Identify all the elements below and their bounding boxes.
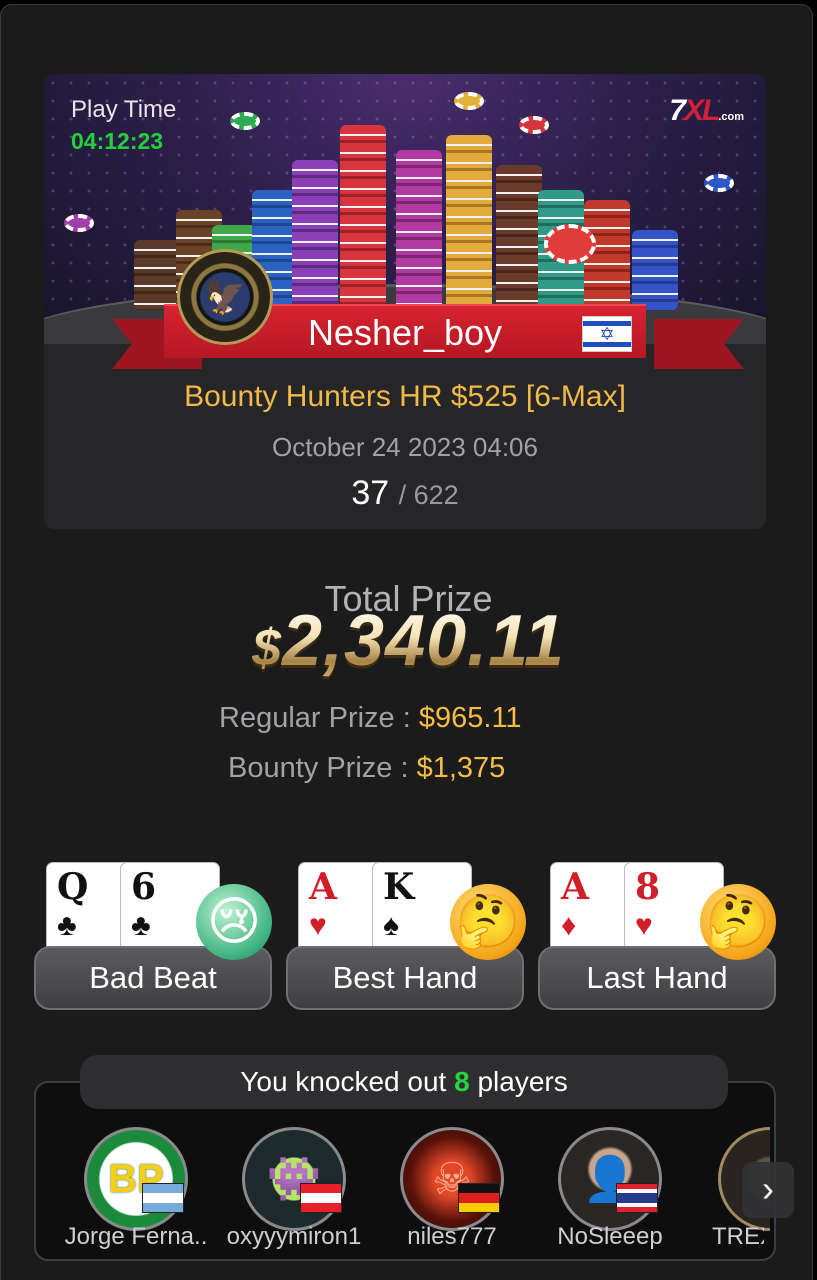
total-prize-amount: $2,340.11: [0, 600, 817, 682]
player-name: Jorge Ferna..: [64, 1223, 208, 1250]
israel-flag-icon: ✡: [582, 316, 632, 352]
knocked-out-player[interactable]: ☠ niles777: [378, 1127, 518, 1257]
tournament-date: October 24 2023 04:06: [272, 432, 538, 462]
chip-stack: [446, 135, 492, 310]
pondering-face-icon: 🤔: [700, 884, 776, 960]
chip-stack: [496, 165, 542, 310]
player-avatar[interactable]: 🦅: [177, 249, 273, 345]
knocked-out-player[interactable]: 👾 oxyyymiron1: [220, 1127, 361, 1257]
regular-prize-row: Regular Prize : $965.11: [219, 702, 522, 734]
finish-position: 37 / 622: [351, 474, 459, 512]
argentina-flag-icon: [142, 1183, 184, 1213]
player-avatar: 👤: [558, 1127, 662, 1231]
player-avatar: ☠: [400, 1127, 504, 1231]
thinking-face-icon: 🤔: [450, 884, 526, 960]
play-time-value: 04:12:23: [71, 128, 164, 154]
player-avatar: BP: [84, 1127, 188, 1231]
chip-stack: [340, 125, 386, 310]
player-avatar: 👾: [242, 1127, 346, 1231]
knocked-out-player[interactable]: 👤 NoSleeep: [536, 1127, 676, 1257]
knockout-summary: You knocked out 8 players: [80, 1055, 728, 1109]
knocked-out-player[interactable]: BP Jorge Ferna..: [62, 1127, 207, 1257]
germany-flag-icon: [458, 1183, 500, 1213]
brand-logo: 7XL.com: [669, 94, 744, 127]
flying-chip: [230, 112, 260, 130]
chip-stack: [396, 150, 442, 310]
chip-stack: [292, 160, 338, 310]
flying-chip: [519, 116, 549, 134]
bounty-prize-row: Bounty Prize : $1,375: [228, 752, 506, 784]
chevron-right-icon[interactable]: ›: [742, 1162, 794, 1218]
chip-stack: [632, 230, 678, 310]
bad-beat-hand[interactable]: Q ♣ 6 ♣ Bad Beat 😢: [34, 860, 272, 1010]
chip-stack: [134, 240, 180, 310]
play-time-label: Play Time: [71, 96, 177, 123]
tournament-name: Bounty Hunters HR $525 [6-Max]: [184, 380, 626, 413]
player-name: TREX: [712, 1223, 764, 1250]
player-name: niles777: [407, 1223, 497, 1250]
flying-chip: [704, 174, 734, 192]
flying-chip: [454, 92, 484, 110]
crying-face-icon: 😢: [196, 884, 272, 960]
best-hand-hand[interactable]: A ♥ K ♠ Best Hand 🤔: [286, 860, 526, 1010]
player-name: oxyyymiron1: [226, 1223, 362, 1250]
flying-chip: [544, 224, 596, 264]
player-name: NoSleeep: [557, 1223, 663, 1250]
austria-flag-icon: [300, 1183, 342, 1213]
last-hand-hand[interactable]: A ♦ 8 ♥ Last Hand 🤔: [538, 860, 776, 1010]
tournament-summary-card: Play Time 04:12:23 7XL.com Nesher_boy ✡ …: [44, 74, 766, 529]
ribbon-tail-right: [654, 319, 744, 369]
flying-chip: [64, 214, 94, 232]
thailand-flag-icon: [616, 1183, 658, 1213]
